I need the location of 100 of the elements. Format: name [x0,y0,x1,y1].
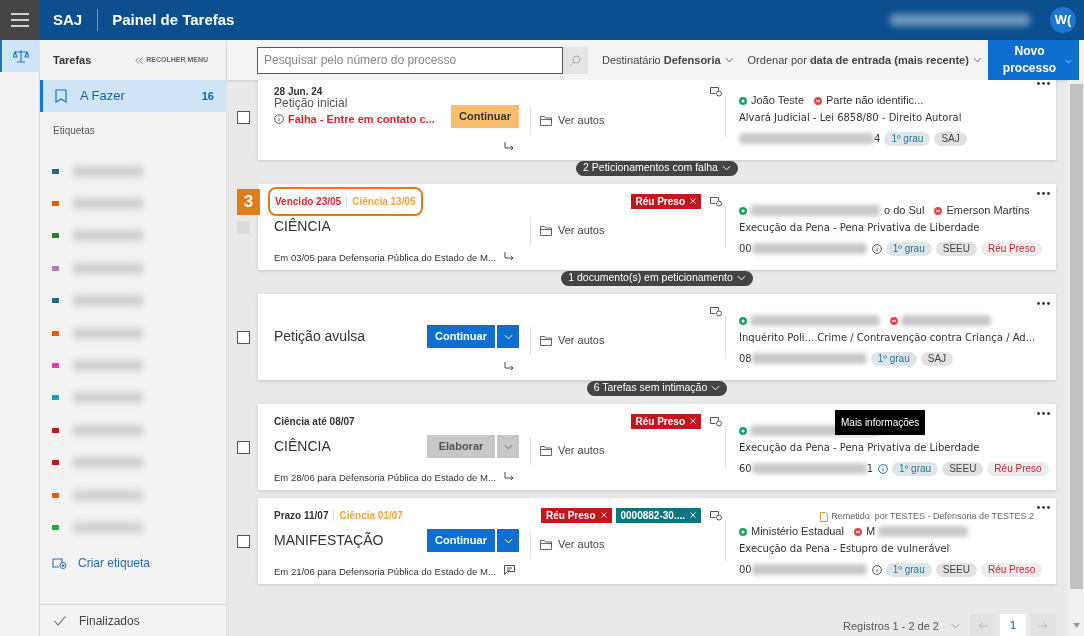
chip-label: Réu Preso [635,414,685,429]
status-badge: SAJ [920,351,954,366]
blurred-text [73,522,143,533]
folder-icon [540,225,553,236]
reply-arrow-icon[interactable] [504,141,514,151]
close-icon[interactable] [600,512,607,518]
status-badge: Réu Preso [987,461,1049,476]
close-icon[interactable] [690,512,696,518]
tag-settings-icon[interactable] [710,195,722,207]
sidebar-item[interactable]: A Fazer 16 [40,80,226,112]
status-badge: Réu Preso [981,241,1043,256]
scale-icon [13,49,29,63]
task-checkbox[interactable] [237,110,250,124]
section-title: Tarefas [53,52,92,68]
arrow-right-icon [1038,622,1048,630]
chip-label: Réu Preso [635,194,685,209]
chevron-down-icon [711,385,721,391]
finished-link[interactable]: Finalizados [40,604,226,636]
tooltip: Mais informações [835,410,926,435]
info-icon[interactable] [878,463,889,474]
tag-settings-icon[interactable] [710,509,722,521]
app-logo: SAJ [53,9,83,30]
task-checkbox[interactable] [237,534,250,548]
chevron-down-icon [724,57,734,63]
task-checkbox[interactable] [237,330,250,344]
reply-arrow-icon[interactable] [504,471,514,481]
more-icon[interactable] [1037,302,1050,305]
blurred-text [73,457,143,469]
folder-icon [540,445,553,456]
more-icon[interactable] [1037,506,1050,509]
document-icon [820,511,829,522]
more-icon[interactable] [1037,192,1050,195]
remitted-by: por TESTES - Defensoria de TESTES 2 [874,510,1034,523]
close-icon[interactable] [690,198,696,204]
folder-icon [540,539,553,550]
action-button[interactable]: Continuar [451,105,519,128]
group-toggle[interactable]: 6 Tarefas sem intimação [586,380,728,396]
group-toggle[interactable]: 1 documento(s) em peticionamento [561,270,753,286]
status-badge: Réu Preso [981,562,1043,577]
chevron-down-icon [503,537,513,544]
task-note: Em 03/05 para Defensoria Pública do Estado de M... [274,252,496,263]
view-records-link[interactable]: Ver autos [540,222,605,239]
blurred-text [73,165,143,177]
blurred-text [73,489,143,501]
status-badge: 1º grau [884,131,931,146]
search-field[interactable]: Pesquisar pelo número do processo [257,46,563,74]
view-records-link[interactable]: Ver autos [540,112,605,129]
info-icon[interactable] [871,564,882,575]
folder-icon [540,335,553,346]
view-records-link[interactable]: Ver autos [540,332,605,349]
task-checkbox[interactable] [237,440,250,454]
remitted-label: Remetido [831,510,870,523]
chevron-down-icon [972,57,982,63]
party-name: João Teste [751,93,804,109]
close-icon[interactable] [690,418,696,424]
search-icon [570,54,581,66]
action-button[interactable]: Continuar [427,325,495,348]
case-subject: Alvará Judicial - Lei 6858/80 - Direito Autoral [739,111,963,125]
info-icon[interactable] [871,243,882,254]
chip-label: Réu Preso [546,508,596,523]
recipient-dropdown[interactable]: Destinatário Defensoria [602,51,734,69]
item-label: A Fazer [80,87,126,106]
scrollbar[interactable] [1068,80,1084,636]
new-process-button[interactable]: Novo processo [988,40,1079,80]
page-button[interactable]: 1 [1000,614,1026,636]
arrow-left-icon [978,622,988,630]
info-icon [274,113,284,124]
folder-icon [540,115,553,126]
view-records-link[interactable]: Ver autos [540,442,605,459]
case-number: 1 [866,462,874,476]
chip-label: 0000882-30.... [620,508,685,523]
party-name: Emerson Martins [946,203,1030,219]
comment-icon[interactable] [504,565,515,575]
view-records-link[interactable]: Ver autos [540,536,605,553]
date-label: Ciência até 08/07 [274,414,355,429]
tag-settings-icon[interactable] [710,305,722,317]
reply-arrow-icon[interactable] [504,251,514,261]
more-icon[interactable] [1037,412,1050,415]
item-count: 16 [201,88,214,104]
case-subject: Execução da Pena - Pena Privativa de Liberdade [739,221,981,235]
chevron-down-icon [503,333,513,340]
page-title: Painel de Tarefas [112,9,235,30]
tag-settings-icon[interactable] [710,415,722,427]
blurred-text [73,327,143,339]
sort-dropdown[interactable]: Ordenar por data de entrada (mais recente) [747,51,982,69]
user-avatar[interactable]: W( [1050,7,1076,33]
action-button[interactable]: Elaborar [427,435,495,458]
action-button[interactable]: Continuar [427,529,495,552]
menu-button[interactable] [0,0,40,40]
party-name: o do Sul [884,203,925,219]
reply-arrow-icon[interactable] [504,361,514,371]
task-title: CIÊNCIA [274,437,332,456]
blurred-text [73,262,143,274]
status-badge: SEEU [942,461,984,476]
tasks-rail-tab[interactable] [0,40,40,72]
task-title: Petição avulsa [274,327,367,346]
tag-settings-icon[interactable] [710,85,722,97]
create-label-link[interactable]: Criar etiqueta [52,553,226,572]
more-icon[interactable] [1037,82,1050,85]
group-toggle[interactable]: 2 Peticionamentos com falha [576,160,738,176]
